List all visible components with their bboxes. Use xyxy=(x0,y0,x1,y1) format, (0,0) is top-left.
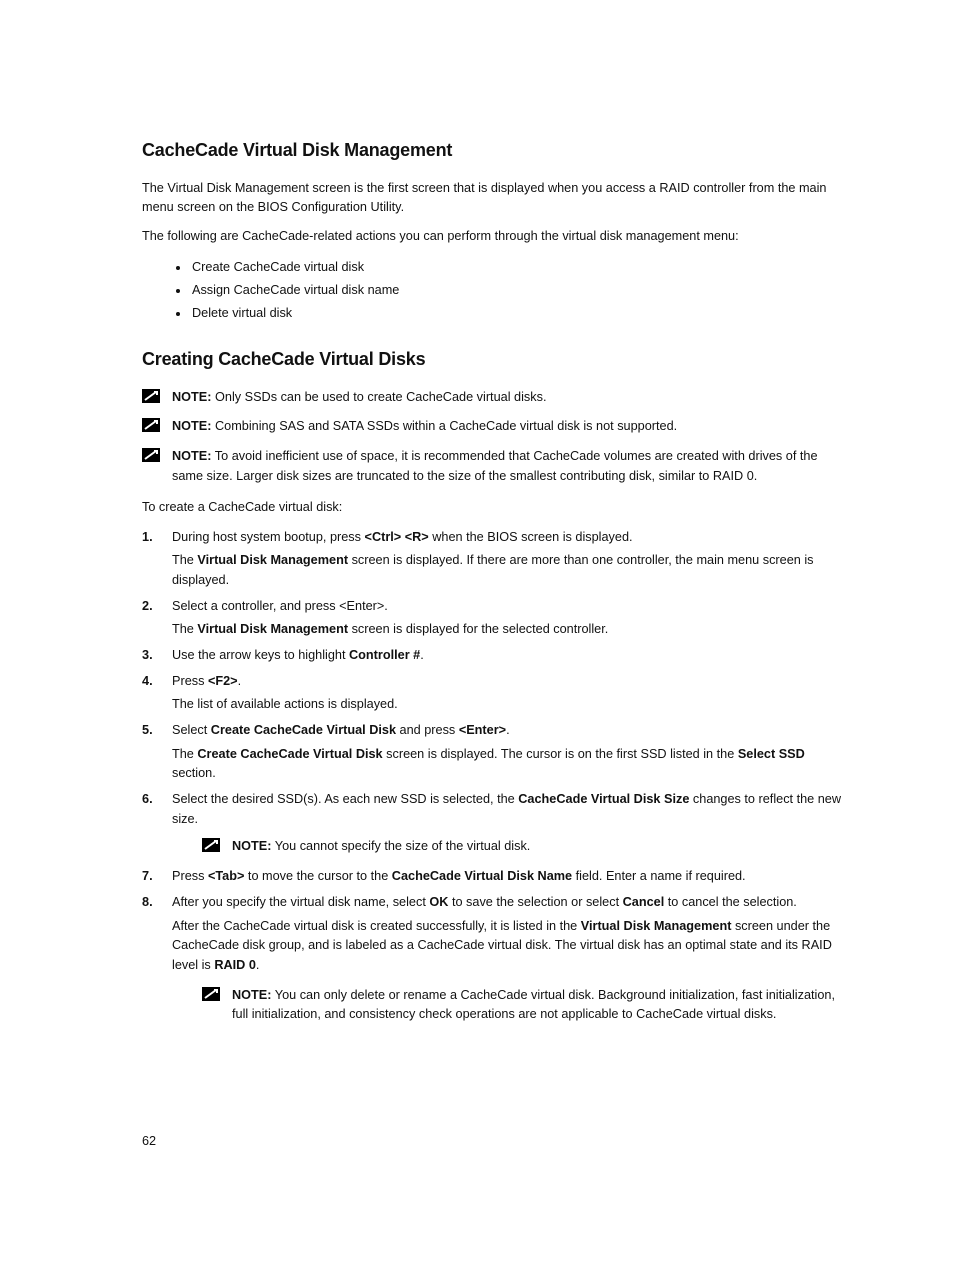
note-text: Combining SAS and SATA SSDs within a Cac… xyxy=(215,419,677,433)
step-item: Select a controller, and press <Enter>. … xyxy=(172,597,846,640)
note-label: NOTE: xyxy=(232,839,271,853)
list-item: Assign CacheCade virtual disk name xyxy=(190,279,846,302)
paragraph: To create a CacheCade virtual disk: xyxy=(142,498,846,517)
note-text: You cannot specify the size of the virtu… xyxy=(275,839,531,853)
list-item: Delete virtual disk xyxy=(190,302,846,325)
note-text: To avoid inefficient use of space, it is… xyxy=(172,449,818,483)
note-label: NOTE: xyxy=(172,419,211,433)
note-icon xyxy=(142,389,160,403)
note-text: You can only delete or rename a CacheCad… xyxy=(232,988,835,1022)
note-icon xyxy=(202,987,220,1001)
note-icon xyxy=(142,448,160,462)
note-text: Only SSDs can be used to create CacheCad… xyxy=(215,390,546,404)
paragraph: The following are CacheCade-related acti… xyxy=(142,227,846,246)
paragraph: The Virtual Disk Management screen is th… xyxy=(142,179,846,217)
steps-list: During host system bootup, press <Ctrl> … xyxy=(142,528,846,1025)
note-callout: NOTE: Only SSDs can be used to create Ca… xyxy=(142,388,846,408)
step-item: Select the desired SSD(s). As each new S… xyxy=(172,790,846,857)
note-callout: NOTE: You cannot specify the size of the… xyxy=(202,837,846,857)
note-callout: NOTE: To avoid inefficient use of space,… xyxy=(142,447,846,486)
page-number: 62 xyxy=(142,1134,156,1148)
step-item: Press <Tab> to move the cursor to the Ca… xyxy=(172,867,846,887)
list-item: Create CacheCade virtual disk xyxy=(190,256,846,279)
note-label: NOTE: xyxy=(172,449,211,463)
step-item: Select Create CacheCade Virtual Disk and… xyxy=(172,721,846,784)
heading-creating-cachecade-vd: Creating CacheCade Virtual Disks xyxy=(142,349,846,370)
step-item: Use the arrow keys to highlight Controll… xyxy=(172,646,846,666)
note-callout: NOTE: Combining SAS and SATA SSDs within… xyxy=(142,417,846,437)
note-callout: NOTE: You can only delete or rename a Ca… xyxy=(202,986,846,1025)
document-page: CacheCade Virtual Disk Management The Vi… xyxy=(0,0,954,1268)
step-item: After you specify the virtual disk name,… xyxy=(172,893,846,1025)
note-label: NOTE: xyxy=(172,390,211,404)
note-icon xyxy=(202,838,220,852)
note-label: NOTE: xyxy=(232,988,271,1002)
step-item: During host system bootup, press <Ctrl> … xyxy=(172,528,846,591)
note-icon xyxy=(142,418,160,432)
step-item: Press <F2>. The list of available action… xyxy=(172,672,846,715)
heading-cachecade-vd-management: CacheCade Virtual Disk Management xyxy=(142,140,846,161)
action-bullet-list: Create CacheCade virtual disk Assign Cac… xyxy=(142,256,846,325)
